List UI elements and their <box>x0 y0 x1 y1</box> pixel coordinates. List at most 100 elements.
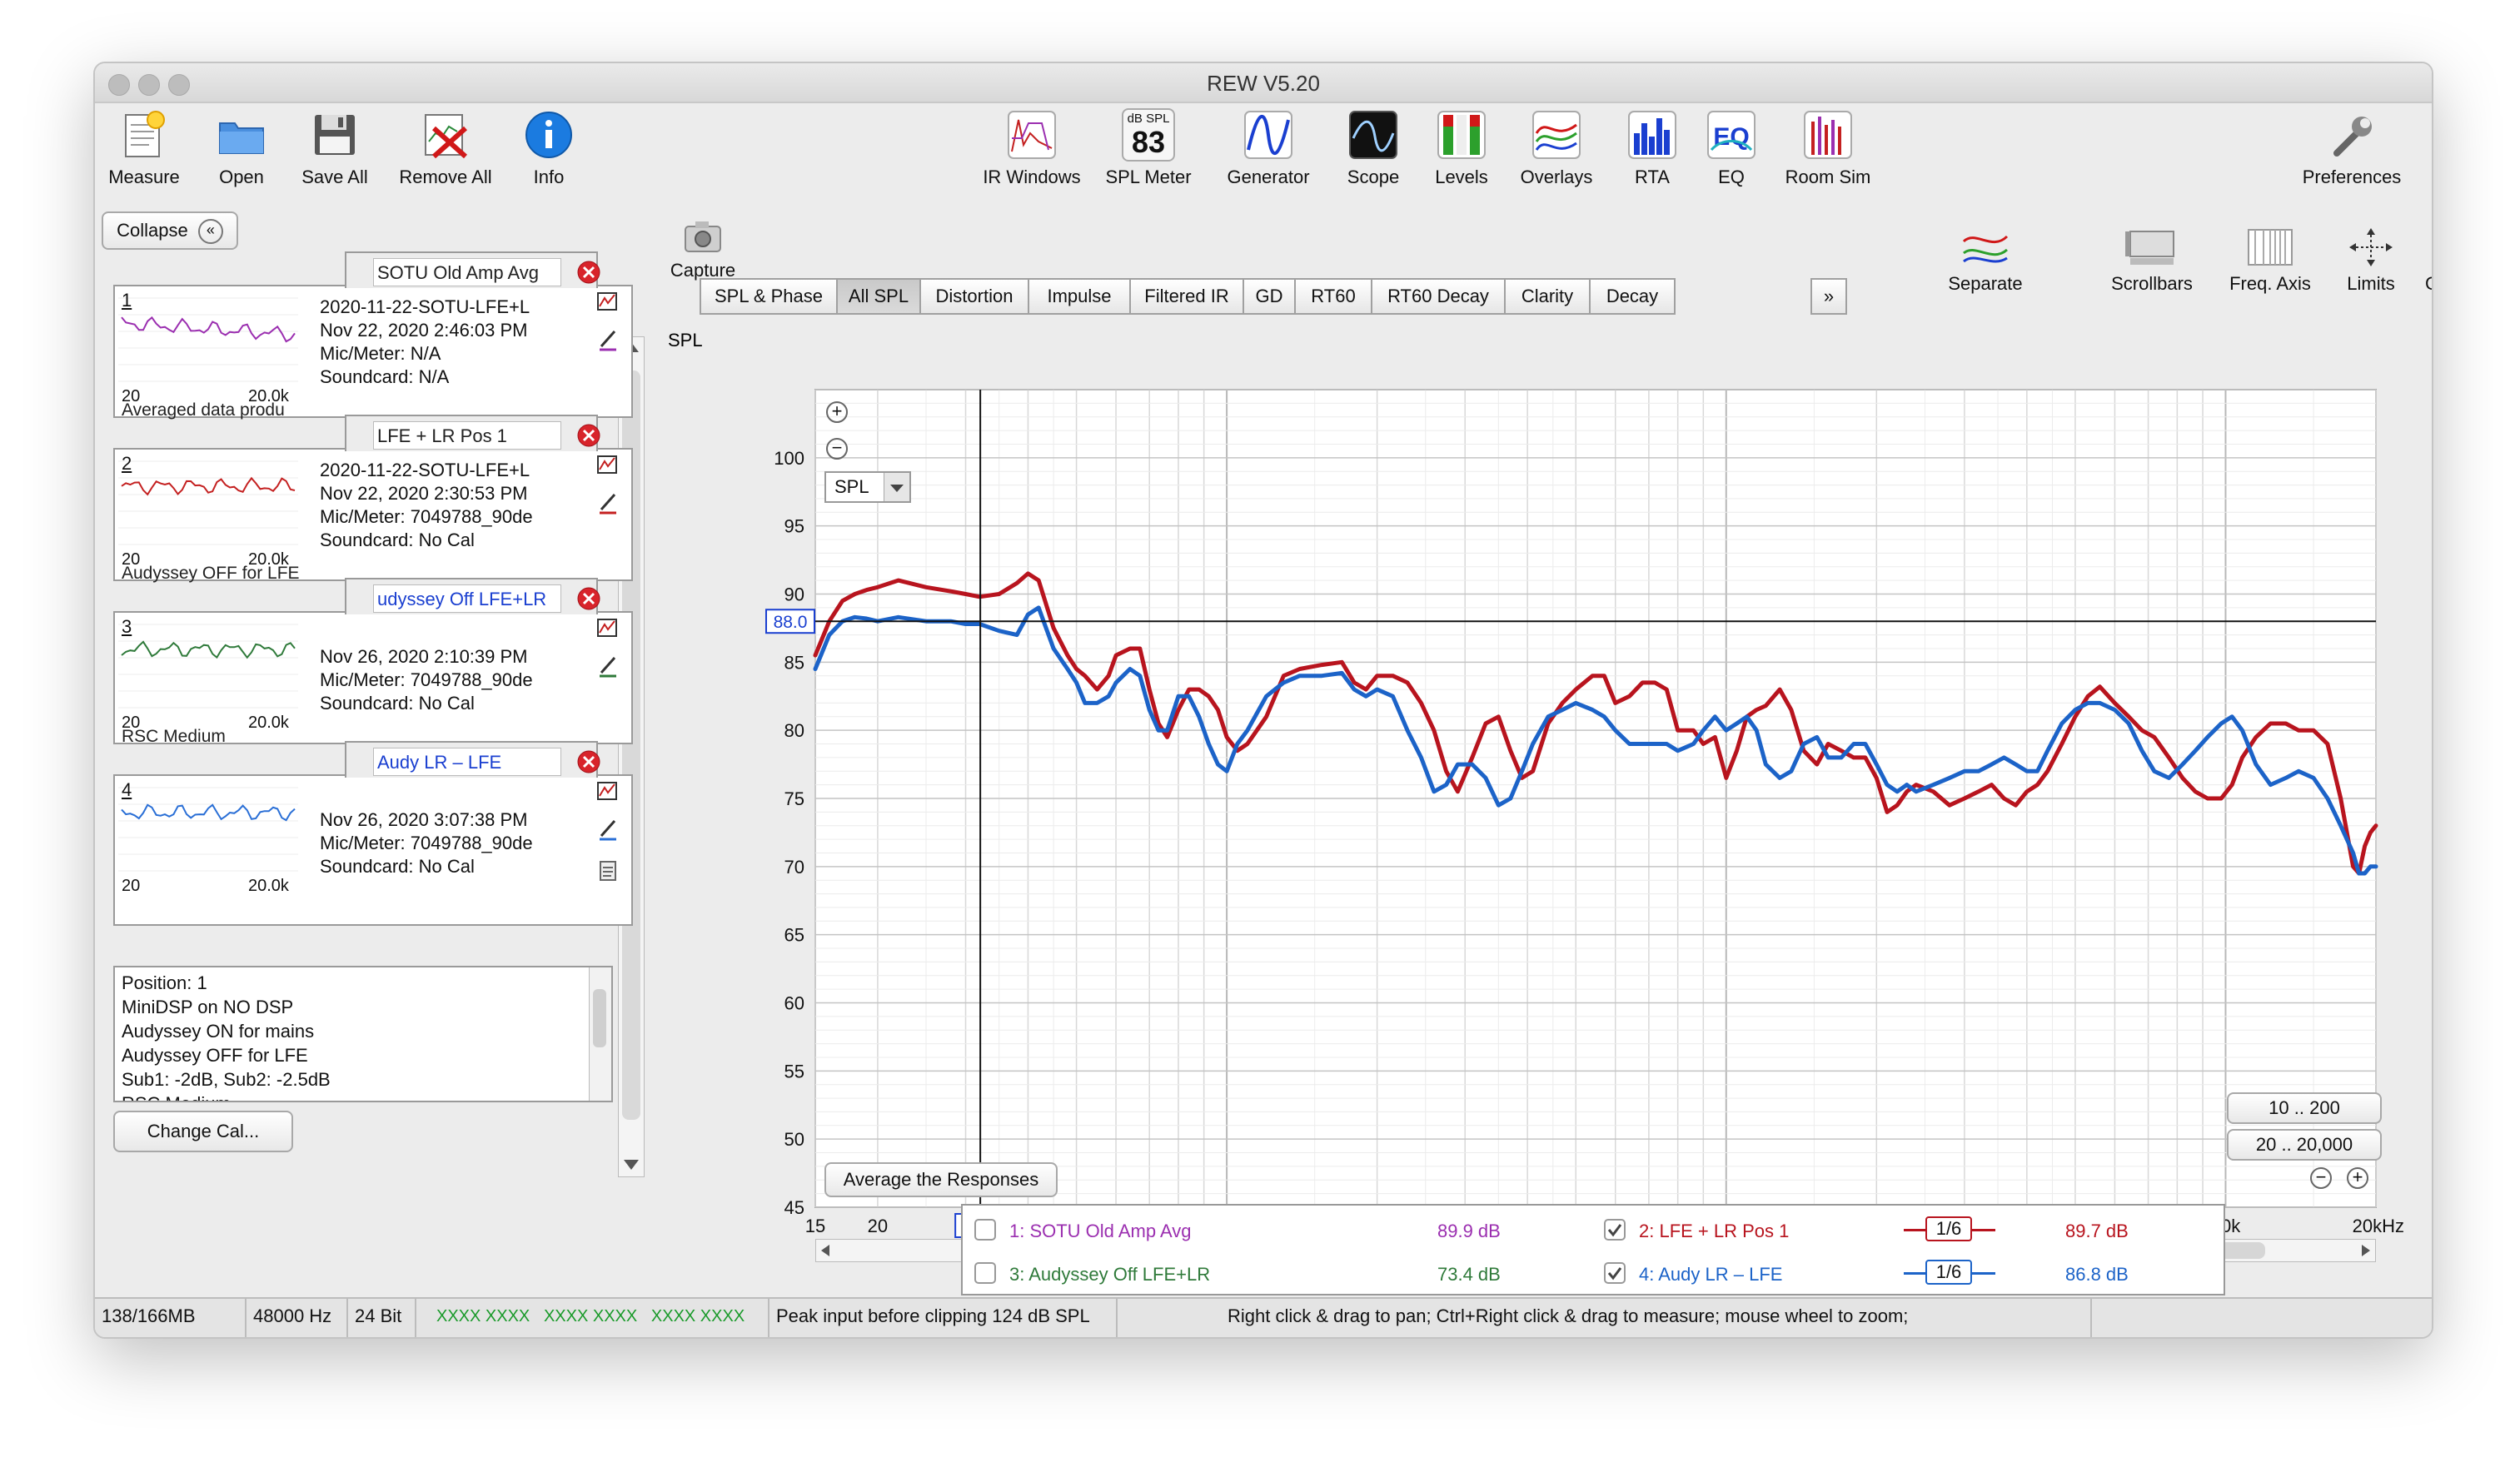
tab-distortion[interactable]: Distortion <box>919 278 1029 315</box>
x-zoom-out-icon[interactable]: − <box>2310 1167 2332 1189</box>
close-icon[interactable] <box>576 423 601 448</box>
room-sim-button[interactable]: Room Sim <box>1774 108 1882 188</box>
trace-checkbox[interactable] <box>974 1262 996 1284</box>
spl-selector[interactable]: SPL <box>824 471 911 503</box>
cursor-y-readout: 88.0 <box>774 613 808 632</box>
spl-graph[interactable]: SPL 1009590858075706560555045 1520405060… <box>653 321 2427 1312</box>
tab-impulse[interactable]: Impulse <box>1028 278 1131 315</box>
scope-icon <box>1347 108 1400 162</box>
change-cal-button[interactable]: Change Cal... <box>113 1111 293 1152</box>
trace-name[interactable]: 4: Audy LR – LFE <box>1639 1264 1782 1285</box>
tab-decay[interactable]: Decay <box>1589 278 1676 315</box>
pen-icon[interactable] <box>596 491 620 515</box>
y-tick-label: 55 <box>784 1061 804 1082</box>
wrench-icon <box>2325 108 2378 162</box>
scrollbars-button[interactable]: Scrollbars <box>2102 226 2202 295</box>
close-icon[interactable] <box>576 260 601 285</box>
smoothing-box: 1/6 <box>1925 1260 1972 1285</box>
tab-filtered-ir[interactable]: Filtered IR <box>1129 278 1244 315</box>
checkmark-icon <box>1607 1267 1622 1280</box>
graph-settings-icon[interactable] <box>596 779 620 803</box>
room-sim-label: Room Sim <box>1785 167 1871 187</box>
close-icon[interactable] <box>576 749 601 774</box>
notes-scrollbar[interactable] <box>589 967 611 1101</box>
average-responses-button[interactable]: Average the Responses <box>824 1162 1058 1197</box>
measurement-name-field[interactable]: SOTU Old Amp Avg <box>373 258 561 286</box>
close-icon[interactable] <box>576 586 601 611</box>
collapse-button[interactable]: Collapse « <box>102 211 238 250</box>
remove-all-button[interactable]: Remove All <box>391 108 500 188</box>
measurement-notes[interactable]: Position: 1 MiniDSP on NO DSP Audyssey ON … <box>113 966 613 1102</box>
info-button[interactable]: Info <box>520 108 578 188</box>
measurement-name-field[interactable]: udyssey Off LFE+LR <box>373 584 561 613</box>
tab-rt60-decay[interactable]: RT60 Decay <box>1371 278 1506 315</box>
tab-spl-phase[interactable]: SPL & Phase <box>700 278 838 315</box>
freq-axis-button[interactable]: Freq. Axis <box>2219 226 2322 295</box>
rta-button[interactable]: RTA <box>1619 108 1686 188</box>
levels-button[interactable]: Levels <box>1424 108 1499 188</box>
smoothing-indicator[interactable]: 1/6 <box>1904 1259 1995 1287</box>
thumb-x-min: 20 <box>122 877 141 895</box>
measurement-card-3[interactable]: udyssey Off LFE+LR 3 20 20.0k Nov 26, 2020 2… <box>113 578 633 746</box>
scroll-left-arrow[interactable] <box>821 1245 829 1256</box>
eq-button[interactable]: EQ EQ <box>1702 108 1761 188</box>
trace-name[interactable]: 2: LFE + LR Pos 1 <box>1639 1221 1789 1242</box>
measure-button[interactable]: Measure <box>107 108 182 188</box>
trace-checkbox[interactable] <box>1604 1262 1626 1284</box>
ir-windows-button[interactable]: IR Windows <box>978 108 1086 188</box>
notes-scroll-thumb[interactable] <box>593 989 606 1047</box>
measurement-soundcard: Soundcard: No Cal <box>320 693 475 714</box>
trace-checkbox[interactable] <box>974 1219 996 1241</box>
range-10-200-button[interactable]: 10 .. 200 <box>2227 1092 2382 1124</box>
x-zoom-in-icon[interactable]: + <box>2347 1167 2368 1189</box>
graph-settings-icon[interactable] <box>596 453 620 476</box>
trace-checkbox[interactable] <box>1604 1219 1626 1241</box>
save-all-label: Save All <box>301 167 368 187</box>
measurement-name-field[interactable]: Audy LR – LFE <box>373 748 561 776</box>
tab-rt60[interactable]: RT60 <box>1294 278 1372 315</box>
pen-icon[interactable] <box>596 654 620 678</box>
x-tick-label: 15 <box>805 1216 825 1236</box>
ir-windows-label: IR Windows <box>983 167 1081 187</box>
measurement-date: Nov 22, 2020 2:46:03 PM <box>320 320 528 341</box>
notes-icon[interactable] <box>596 859 620 883</box>
camera-icon <box>682 218 724 255</box>
zoom-in-icon[interactable]: + <box>826 401 848 423</box>
scope-button[interactable]: Scope <box>1336 108 1411 188</box>
tab-all-spl[interactable]: All SPL <box>836 278 921 315</box>
memory-usage: 138/166MB <box>102 1305 196 1326</box>
measurement-name-field[interactable]: LFE + LR Pos 1 <box>373 421 561 450</box>
overlays-button[interactable]: Overlays <box>1511 108 1602 188</box>
scroll-down-arrow[interactable] <box>624 1160 639 1170</box>
zoom-out-icon[interactable]: − <box>826 438 848 460</box>
generator-icon <box>1242 108 1295 162</box>
scroll-right-arrow[interactable] <box>2362 1245 2370 1256</box>
pen-icon[interactable] <box>596 328 620 351</box>
measurement-card-1[interactable]: SOTU Old Amp Avg 1 20 20.0k 2020-11-22-SOTU-… <box>113 251 633 420</box>
measurement-soundcard: Soundcard: No Cal <box>320 530 475 550</box>
save-all-button[interactable]: Save All <box>293 108 376 188</box>
tab-gd[interactable]: GD <box>1243 278 1296 315</box>
smoothing-indicator[interactable]: 1/6 <box>1904 1216 1995 1244</box>
tab-clarity[interactable]: Clarity <box>1504 278 1591 315</box>
graph-settings-icon[interactable] <box>596 616 620 639</box>
measurement-card-4[interactable]: Audy LR – LFE 4 20 20.0k Nov 26, 2020 3:07:3… <box>113 741 633 926</box>
range-20-20000-button[interactable]: 20 .. 20,000 <box>2227 1129 2382 1161</box>
open-button[interactable]: Open <box>208 108 275 188</box>
limits-button[interactable]: Limits <box>2333 226 2408 295</box>
spl-meter-button[interactable]: dB SPL 83 SPL Meter <box>1103 108 1194 188</box>
controls-button[interactable]: Controls <box>2413 226 2432 295</box>
separate-button[interactable]: Separate <box>1935 226 2035 295</box>
levels-icon <box>1435 108 1488 162</box>
preferences-button[interactable]: Preferences <box>2293 108 2410 188</box>
measurement-card-2[interactable]: LFE + LR Pos 1 2 20 20.0k 2020-11-22-SOTU-LF… <box>113 415 633 583</box>
checkmark-icon <box>1607 1224 1622 1237</box>
graph-settings-icon[interactable] <box>596 290 620 313</box>
pen-icon[interactable] <box>596 818 620 841</box>
more-tabs-button[interactable]: » <box>1810 278 1847 315</box>
trace-name[interactable]: 1: SOTU Old Amp Avg <box>1009 1221 1191 1242</box>
trace-name[interactable]: 3: Audyssey Off LFE+LR <box>1009 1264 1210 1285</box>
y-tick-label: 90 <box>784 584 804 605</box>
capture-button[interactable]: Capture <box>661 218 745 281</box>
generator-button[interactable]: Generator <box>1214 108 1322 188</box>
